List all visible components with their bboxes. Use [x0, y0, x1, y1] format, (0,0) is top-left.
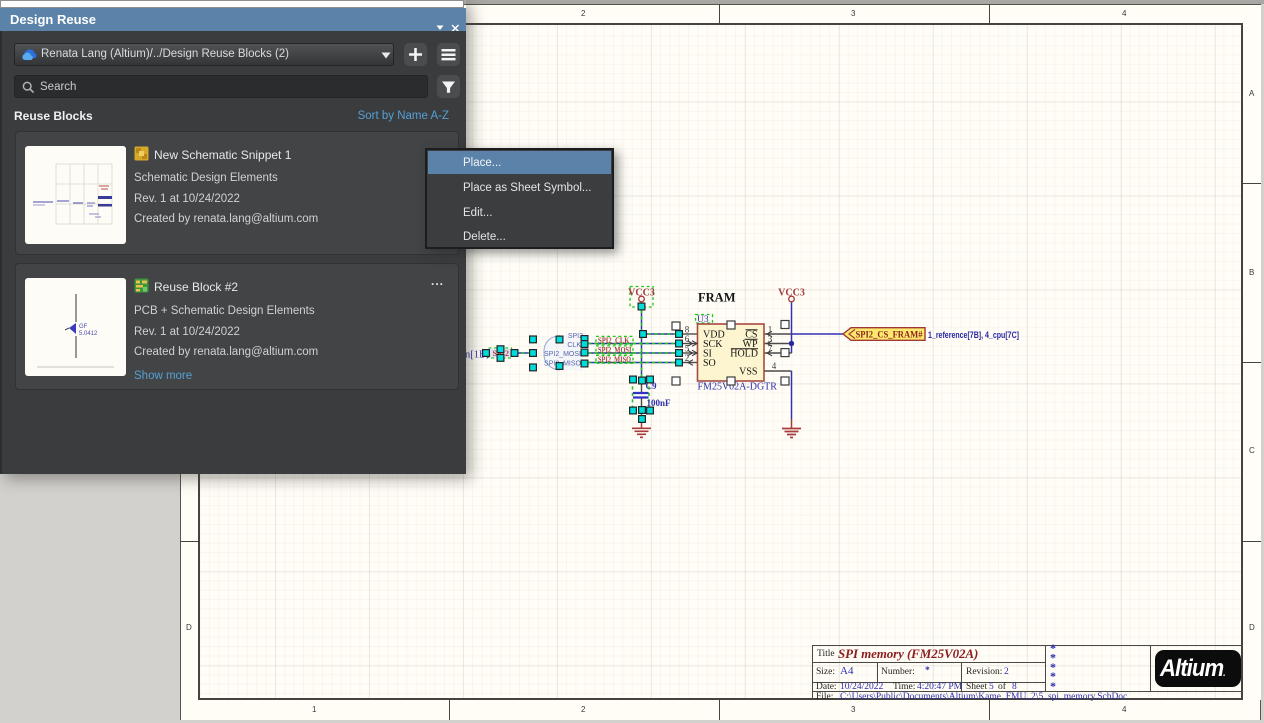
svg-text:3: 3 [768, 334, 773, 344]
svg-text:7: 7 [768, 344, 773, 354]
svg-text:SPI2_CS_FRAM#: SPI2_CS_FRAM# [856, 331, 923, 341]
svg-text:SPI2_MISO: SPI2_MISO [598, 355, 631, 364]
svg-text:1: 1 [768, 325, 773, 335]
svg-text:4: 4 [772, 361, 777, 371]
svg-text:8: 8 [685, 325, 690, 335]
svg-text:6: 6 [685, 334, 690, 344]
svg-text:2: 2 [685, 353, 690, 363]
svg-text:GF: GF [79, 324, 88, 330]
svg-text:SO: SO [703, 358, 716, 369]
svg-text:SPI2_MOSI: SPI2_MOSI [598, 345, 632, 354]
svg-text:VCC3: VCC3 [628, 287, 655, 298]
svg-text:HOLD: HOLD [730, 348, 758, 359]
svg-text:SPI2_CLK: SPI2_CLK [598, 336, 630, 345]
svg-text:U3: U3 [697, 315, 709, 325]
svg-text:VCC3: VCC3 [778, 287, 805, 298]
svg-text:CLK: CLK [567, 342, 581, 349]
svg-text:FRAM: FRAM [698, 291, 736, 305]
svg-text:5.0412: 5.0412 [79, 331, 98, 337]
svg-text:1_reference[7B], 4_cpu[7C]: 1_reference[7B], 4_cpu[7C] [928, 330, 1019, 341]
svg-text:SPI2_MOSI: SPI2_MOSI [544, 351, 581, 358]
svg-text:5: 5 [685, 344, 690, 354]
svg-text:VSS: VSS [739, 367, 757, 378]
svg-text:FM25V02A-DGTR: FM25V02A-DGTR [698, 382, 778, 393]
